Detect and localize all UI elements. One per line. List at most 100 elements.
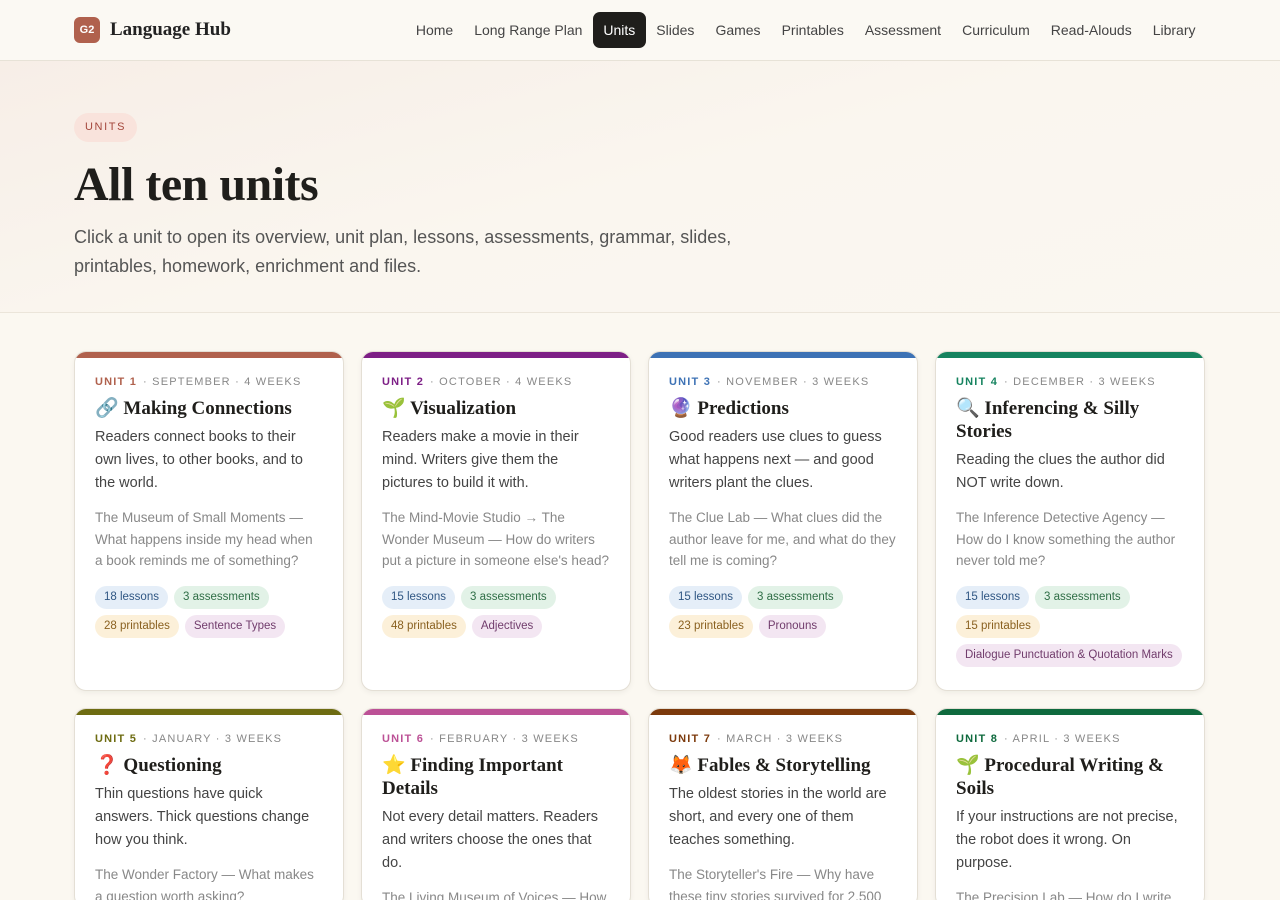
star-icon: ⭐ (382, 755, 406, 776)
unit-schedule: · APRIL · 3 WEEKS (1004, 733, 1121, 745)
nav-games[interactable]: Games (705, 12, 771, 48)
unit-description: Reading the clues the author did NOT wri… (956, 452, 1165, 491)
unit-number: UNIT 5 (95, 733, 138, 745)
unit-schedule: · OCTOBER · 4 WEEKS (430, 376, 573, 388)
unit-title: ❓ Questioning (95, 754, 323, 777)
grammar-tag: Adjectives (471, 614, 543, 638)
lessons-tag: 15 lessons (956, 585, 1029, 609)
unit-meta: UNIT 3 · NOVEMBER · 3 WEEKS (669, 376, 897, 388)
nav-curriculum[interactable]: Curriculum (952, 12, 1041, 48)
unit-card-4[interactable]: UNIT 4 · DECEMBER · 3 WEEKS 🔍 Inferencing… (935, 351, 1205, 691)
unit-tags: 15 lessons 3 assessments 48 printables A… (382, 585, 610, 644)
unit-title-text: Finding Important Details (382, 755, 563, 799)
grammar-tag: Dialogue Punctuation & Quotation Marks (956, 643, 1182, 667)
unit-schedule: · DECEMBER · 3 WEEKS (1004, 376, 1156, 388)
unit-title: ⭐ Finding Important Details (382, 754, 610, 800)
brand[interactable]: G2 Language Hub (74, 17, 231, 43)
unit-schedule: · FEBRUARY · 3 WEEKS (430, 733, 579, 745)
unit-essential-question: The Living Museum of Voices — How (382, 890, 607, 900)
unit-card-7[interactable]: UNIT 7 · MARCH · 3 WEEKS 🦊 Fables & Story… (648, 708, 918, 900)
unit-description: The oldest stories in the world are shor… (669, 786, 887, 848)
unit-card-5[interactable]: UNIT 5 · JANUARY · 3 WEEKS ❓ Questioning … (74, 708, 344, 900)
page-subtitle: Click a unit to open its overview, unit … (74, 227, 732, 276)
unit-meta: UNIT 2 · OCTOBER · 4 WEEKS (382, 376, 610, 388)
nav-library[interactable]: Library (1142, 12, 1206, 48)
unit-card-1[interactable]: UNIT 1 · SEPTEMBER · 4 WEEKS 🔗 Making Con… (74, 351, 344, 691)
unit-card-3[interactable]: UNIT 3 · NOVEMBER · 3 WEEKS 🔮 Predictions… (648, 351, 918, 691)
link-icon: 🔗 (95, 398, 119, 419)
page-title: All ten units (74, 158, 319, 211)
magnifier-icon: 🔍 (956, 398, 980, 419)
unit-schedule: · JANUARY · 3 WEEKS (143, 733, 283, 745)
unit-essential-question: The Wonder Factory — What makes a questi… (95, 867, 314, 900)
nav-units[interactable]: Units (592, 12, 646, 48)
unit-meta: UNIT 4 · DECEMBER · 3 WEEKS (956, 376, 1184, 388)
unit-title-text: Visualization (410, 398, 517, 419)
seedling-icon: 🌱 (956, 755, 980, 776)
unit-title: 🔮 Predictions (669, 397, 897, 420)
unit-title-text: Inferencing & Silly Stories (956, 398, 1140, 442)
unit-tags: 18 lessons 3 assessments 28 printables S… (95, 585, 323, 644)
unit-title: 🦊 Fables & Storytelling (669, 754, 897, 777)
nav-assessment[interactable]: Assessment (854, 12, 951, 48)
unit-card-8[interactable]: UNIT 8 · APRIL · 3 WEEKS 🌱 Procedural Wri… (935, 708, 1205, 900)
unit-number: UNIT 7 (669, 733, 712, 745)
unit-card-6[interactable]: UNIT 6 · FEBRUARY · 3 WEEKS ⭐ Finding Imp… (361, 708, 631, 900)
lessons-tag: 15 lessons (669, 585, 742, 609)
unit-card-2[interactable]: UNIT 2 · OCTOBER · 4 WEEKS 🌱 Visualizatio… (361, 351, 631, 691)
printables-tag: 48 printables (382, 614, 466, 638)
unit-description: Readers make a movie in their mind. Writ… (382, 429, 579, 491)
unit-tags: 15 lessons 3 assessments 15 printables D… (956, 585, 1184, 673)
assessments-tag: 3 assessments (173, 585, 269, 609)
unit-number: UNIT 8 (956, 733, 999, 745)
lessons-tag: 15 lessons (382, 585, 455, 609)
main-nav: Home Long Range Plan Units Slides Games … (405, 12, 1206, 48)
unit-number: UNIT 4 (956, 376, 999, 388)
unit-title: 🌱 Procedural Writing & Soils (956, 754, 1184, 800)
unit-schedule: · NOVEMBER · 3 WEEKS (717, 376, 870, 388)
nav-read-alouds[interactable]: Read-Alouds (1040, 12, 1142, 48)
unit-tags: 15 lessons 3 assessments 23 printables P… (669, 585, 897, 644)
section-kicker: UNITS (74, 113, 137, 142)
crystal-ball-icon: 🔮 (669, 398, 693, 419)
unit-schedule: · SEPTEMBER · 4 WEEKS (143, 376, 302, 388)
unit-description: Not every detail matters. Readers and wr… (382, 809, 598, 871)
unit-essential-question: The Clue Lab — What clues did the author… (669, 510, 896, 568)
brand-logo: G2 (74, 17, 100, 43)
assessments-tag: 3 assessments (460, 585, 556, 609)
printables-tag: 28 printables (95, 614, 179, 638)
unit-title: 🔗 Making Connections (95, 397, 323, 420)
unit-description: Thin questions have quick answers. Thick… (95, 786, 310, 848)
unit-title-text: Making Connections (123, 398, 292, 419)
nav-slides[interactable]: Slides (646, 12, 705, 48)
top-nav-bar: G2 Language Hub Home Long Range Plan Uni… (0, 0, 1280, 61)
unit-essential-question: The Museum of Small Moments — What happe… (95, 510, 313, 568)
unit-title: 🌱 Visualization (382, 397, 610, 420)
printables-tag: 15 printables (956, 614, 1040, 638)
unit-description: Good readers use clues to guess what hap… (669, 429, 882, 491)
fox-icon: 🦊 (669, 755, 693, 776)
unit-number: UNIT 2 (382, 376, 425, 388)
nav-home[interactable]: Home (405, 12, 463, 48)
assessments-tag: 3 assessments (1034, 585, 1130, 609)
nav-long-range-plan[interactable]: Long Range Plan (464, 12, 593, 48)
unit-meta: UNIT 7 · MARCH · 3 WEEKS (669, 733, 897, 745)
question-mark-icon: ❓ (95, 755, 119, 776)
unit-number: UNIT 6 (382, 733, 425, 745)
seedling-icon: 🌱 (382, 398, 406, 419)
unit-meta: UNIT 1 · SEPTEMBER · 4 WEEKS (95, 376, 323, 388)
assessments-tag: 3 assessments (747, 585, 843, 609)
hero-section: UNITS All ten units Click a unit to open… (0, 61, 1280, 313)
unit-title-text: Procedural Writing & Soils (956, 755, 1164, 799)
brand-name: Language Hub (110, 19, 231, 40)
printables-tag: 23 printables (669, 614, 753, 638)
nav-printables[interactable]: Printables (771, 12, 854, 48)
unit-title-text: Fables & Storytelling (697, 755, 871, 776)
unit-title: 🔍 Inferencing & Silly Stories (956, 397, 1184, 443)
unit-essential-question: The Storyteller's Fire — Why have these … (669, 867, 882, 900)
lessons-tag: 18 lessons (95, 585, 168, 609)
unit-essential-question: The Precision Lab — How do I write (956, 890, 1172, 900)
unit-description: Readers connect books to their own lives… (95, 429, 303, 491)
unit-number: UNIT 3 (669, 376, 712, 388)
unit-number: UNIT 1 (95, 376, 138, 388)
